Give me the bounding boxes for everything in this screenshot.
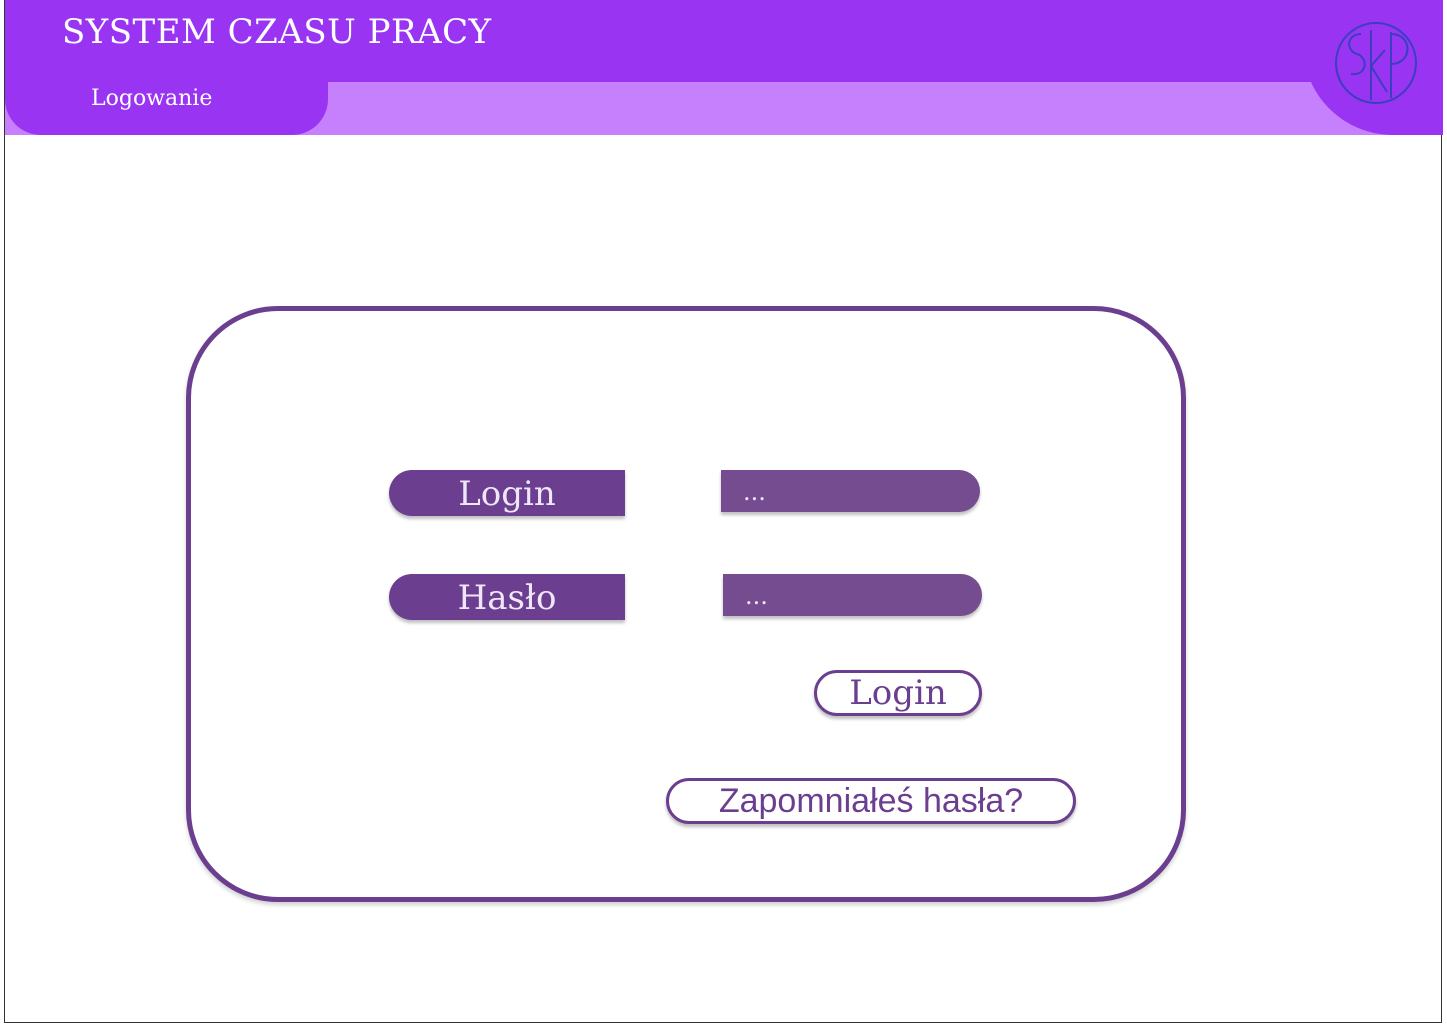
login-label: Login (389, 470, 625, 516)
app-header: SYSTEM CZASU PRACY Logowanie (5, 0, 1443, 135)
app-title: SYSTEM CZASU PRACY (62, 12, 492, 52)
skp-logo-icon (1335, 22, 1417, 104)
login-input[interactable]: ... (721, 470, 980, 512)
forgot-password-button[interactable]: Zapomniałeś hasła? (666, 778, 1076, 824)
tab-logowanie-label[interactable]: Logowanie (91, 86, 212, 111)
login-button[interactable]: Login (814, 670, 982, 716)
password-input[interactable]: ... (723, 574, 982, 616)
password-label: Hasło (389, 574, 625, 620)
